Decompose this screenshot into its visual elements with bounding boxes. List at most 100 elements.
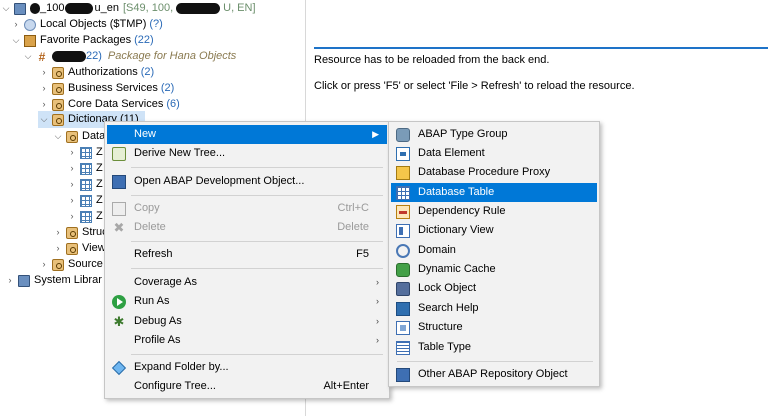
expand-arrow-icon[interactable]: › [66, 208, 78, 225]
menu-label: Data Element [418, 147, 485, 159]
menu-label: Debug As [134, 315, 182, 327]
menu-item-new[interactable]: New ▶ [107, 125, 387, 144]
tree-row-authorizations[interactable]: › Authorizations (2) [38, 64, 154, 81]
tree-row-favorite-packages[interactable]: ⌵ Favorite Packages (22) [10, 32, 154, 49]
tree-label: Data [82, 130, 106, 142]
expand-arrow-icon[interactable]: › [52, 224, 64, 241]
tree-row-views[interactable]: › View [52, 240, 106, 257]
expand-arrow-icon[interactable]: › [66, 160, 78, 177]
collapse-arrow-icon[interactable]: ⌵ [10, 32, 22, 49]
expand-arrow-icon[interactable]: › [66, 144, 78, 161]
tree-label: Z [96, 146, 103, 158]
redacted-text [52, 51, 86, 62]
collapse-arrow-icon[interactable]: ⌵ [52, 128, 64, 145]
search-help-icon [396, 301, 410, 316]
menu-separator [131, 167, 383, 168]
expand-arrow-icon[interactable]: › [38, 256, 50, 273]
menu-label: New [134, 128, 157, 140]
run-icon [112, 294, 126, 309]
favorite-packages-icon [24, 34, 36, 47]
submenu-item-data-element[interactable]: Data Element [391, 144, 597, 163]
menu-shortcut: F5 [356, 248, 369, 260]
tree-row-table[interactable]: › Z [66, 176, 103, 193]
submenu-item-other-abap-repository-object[interactable]: Other ABAP Repository Object [391, 365, 597, 384]
reload-message: Resource has to be reloaded from the bac… [314, 54, 550, 66]
submenu-item-lock-object[interactable]: Lock Object [391, 279, 597, 298]
submenu-item-table-type[interactable]: Table Type [391, 338, 597, 357]
submenu-item-database-table[interactable]: Database Table [391, 183, 597, 202]
expand-arrow-icon[interactable]: › [66, 176, 78, 193]
open-object-icon [112, 174, 126, 189]
collapse-arrow-icon[interactable]: ⌵ [0, 0, 12, 17]
expand-arrow-icon[interactable]: › [10, 16, 22, 33]
submenu-arrow-icon: › [376, 316, 379, 326]
menu-item-coverage-as[interactable]: Coverage As › [107, 273, 387, 292]
collapse-arrow-icon[interactable]: ⌵ [38, 111, 50, 128]
expand-arrow-icon[interactable]: › [38, 80, 50, 97]
collapse-arrow-icon[interactable]: ⌵ [22, 48, 34, 65]
menu-label: Run As [134, 295, 170, 307]
type-group-icon [396, 127, 410, 142]
tree-row-source[interactable]: › Source [38, 256, 103, 273]
table-type-icon [396, 340, 410, 355]
tree-row-data[interactable]: ⌵ Data [52, 128, 105, 145]
submenu-item-search-help[interactable]: Search Help [391, 299, 597, 318]
menu-label: Other ABAP Repository Object [418, 368, 568, 380]
submenu-item-dictionary-view[interactable]: Dictionary View [391, 221, 597, 240]
tree-row-table[interactable]: › Z [66, 192, 103, 209]
menu-label: Dependency Rule [418, 205, 506, 217]
expand-folder-icon [111, 360, 127, 375]
tree-label: Z [96, 210, 103, 222]
menu-label: Domain [418, 244, 456, 256]
menu-item-configure-tree[interactable]: Configure Tree... Alt+Enter [107, 377, 387, 396]
expand-arrow-icon[interactable]: › [4, 272, 16, 289]
tree-row-table[interactable]: › Z [66, 160, 103, 177]
menu-item-run-as[interactable]: Run As › [107, 292, 387, 311]
menu-separator [397, 361, 593, 362]
menu-label: Derive New Tree... [134, 147, 226, 159]
submenu-item-dynamic-cache[interactable]: Dynamic Cache [391, 260, 597, 279]
tree-row-structures[interactable]: › Struc [52, 224, 108, 241]
tree-row-system-library[interactable]: › System Librar [4, 272, 102, 289]
submenu-item-dependency-rule[interactable]: Dependency Rule [391, 202, 597, 221]
submenu-item-structure[interactable]: Structure [391, 318, 597, 337]
tree-row-root[interactable]: ⌵ _100 u_en [S49, 100, U, EN] [0, 0, 256, 17]
menu-item-open-abap-object[interactable]: Open ABAP Development Object... [107, 172, 387, 191]
procedure-proxy-icon [396, 165, 410, 180]
context-menu: New ▶ Derive New Tree... Open ABAP Devel… [104, 121, 390, 399]
menu-label: Database Procedure Proxy [418, 166, 551, 178]
data-element-icon [396, 146, 410, 161]
local-objects-icon [24, 18, 36, 31]
expand-arrow-icon[interactable]: › [66, 192, 78, 209]
menu-item-refresh[interactable]: Refresh F5 [107, 245, 387, 264]
menu-label: Dynamic Cache [418, 263, 496, 275]
submenu-item-domain[interactable]: Domain [391, 241, 597, 260]
blank-icon [112, 248, 126, 262]
menu-item-copy[interactable]: Copy Ctrl+C [107, 199, 387, 218]
blank-icon [112, 334, 126, 348]
expand-arrow-icon[interactable]: › [38, 64, 50, 81]
database-table-icon [396, 185, 410, 200]
expand-arrow-icon[interactable]: › [52, 240, 64, 257]
tree-label: Favorite Packages [40, 34, 132, 46]
reload-instruction[interactable]: Click or press 'F5' or select 'File > Re… [314, 80, 635, 92]
blank-icon [112, 276, 126, 290]
menu-item-profile-as[interactable]: Profile As › [107, 331, 387, 350]
tree-row-business-services[interactable]: › Business Services (2) [38, 80, 174, 97]
submenu-item-database-procedure-proxy[interactable]: Database Procedure Proxy [391, 163, 597, 182]
tree-row-local-objects[interactable]: › Local Objects ($TMP) (?) [10, 16, 163, 33]
menu-item-delete[interactable]: ✖ Delete Delete [107, 218, 387, 237]
tree-row-package[interactable]: ⌵ # 22) Package for Hana Objects [22, 48, 237, 65]
tree-row-table[interactable]: › Z [66, 208, 103, 225]
new-submenu: ABAP Type Group Data Element Database Pr… [388, 121, 600, 387]
menu-item-expand-folder[interactable]: Expand Folder by... [107, 358, 387, 377]
root-system-info: U, EN] [223, 2, 256, 14]
menu-item-debug-as[interactable]: ✱ Debug As › [107, 312, 387, 331]
tree-count: (2) [160, 82, 175, 94]
menu-label: Open ABAP Development Object... [134, 175, 305, 187]
tree-label: Z [96, 162, 103, 174]
submenu-item-abap-type-group[interactable]: ABAP Type Group [391, 125, 597, 144]
menu-item-derive-new-tree[interactable]: Derive New Tree... [107, 144, 387, 163]
tree-label: View [82, 242, 106, 254]
tree-row-table[interactable]: › Z [66, 144, 103, 161]
